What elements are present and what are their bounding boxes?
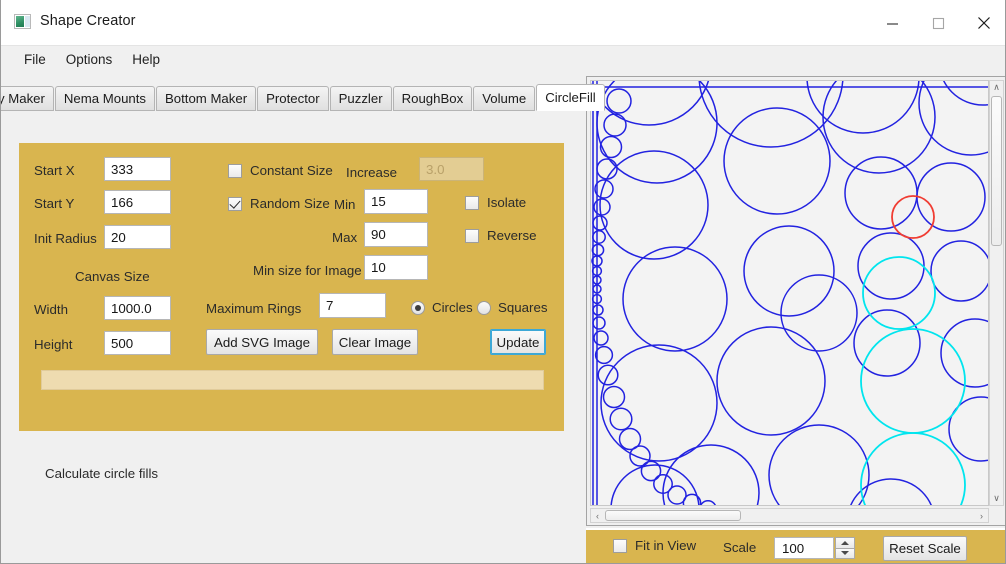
drawing-pane: ∧ ∨ ‹ › <box>586 76 1005 526</box>
vertical-scroll-thumb[interactable] <box>991 96 1002 246</box>
tab-nema-mounts[interactable]: Nema Mounts <box>54 86 155 111</box>
tab-y-maker[interactable]: y Maker <box>0 86 54 111</box>
shape-circles-label: Circles <box>432 300 473 315</box>
checkbox-icon <box>465 228 479 243</box>
scroll-right-icon[interactable]: › <box>975 509 988 522</box>
tab-puzzler[interactable]: Puzzler <box>329 86 392 111</box>
tab-label: Puzzler <box>338 91 383 106</box>
menu-bar: File Options Help <box>1 46 1005 72</box>
min-size-for-image-input[interactable]: 10 <box>364 255 428 280</box>
reset-scale-button[interactable]: Reset Scale <box>883 536 967 561</box>
checkbox-icon <box>613 538 627 553</box>
scale-toolbar: Fit in View Scale 100 Reset Scale <box>586 528 1005 563</box>
init-radius-input[interactable]: 20 <box>104 225 171 249</box>
scroll-left-icon[interactable]: ‹ <box>591 509 604 522</box>
start-y-input[interactable]: 166 <box>104 190 171 214</box>
app-window: Shape Creator File Options Help y Maker … <box>0 0 1006 564</box>
isolate-label: Isolate <box>487 195 527 210</box>
min-label: Min <box>334 197 356 212</box>
width-label: Width <box>34 302 68 317</box>
random-size-label: Random Size <box>250 196 330 211</box>
canvas-vertical-scrollbar[interactable]: ∧ ∨ <box>989 80 1004 506</box>
tab-volume[interactable]: Volume <box>473 86 536 111</box>
clear-image-button[interactable]: Clear Image <box>332 329 418 355</box>
constant-size-label: Constant Size <box>250 163 333 178</box>
start-y-label: Start Y <box>34 196 75 211</box>
scale-decrement-button[interactable] <box>835 548 855 559</box>
circle-packing-drawing <box>591 81 988 505</box>
checkbox-checked-icon <box>228 196 242 211</box>
shape-squares-radio[interactable]: Squares <box>477 300 548 315</box>
title-bar: Shape Creator <box>1 0 1005 46</box>
tab-label: Protector <box>266 91 320 106</box>
fit-in-view-label: Fit in View <box>635 538 697 553</box>
tab-label: Volume <box>482 91 527 106</box>
init-radius-label: Init Radius <box>34 231 97 246</box>
min-size-for-image-label: Min size for Image <box>253 263 362 278</box>
maximum-rings-label: Maximum Rings <box>206 301 302 316</box>
close-button[interactable] <box>961 0 1005 46</box>
start-x-input[interactable]: 333 <box>104 157 171 181</box>
maximize-button[interactable] <box>915 0 961 46</box>
menu-item-file[interactable]: File <box>14 49 56 70</box>
shape-circles-radio[interactable]: Circles <box>411 300 473 315</box>
tab-protector[interactable]: Protector <box>257 86 329 111</box>
tab-bottom-maker[interactable]: Bottom Maker <box>156 86 257 111</box>
reverse-label: Reverse <box>487 228 537 243</box>
min-input[interactable]: 15 <box>364 189 428 214</box>
height-label: Height <box>34 337 73 352</box>
update-button[interactable]: Update <box>490 329 546 355</box>
scale-spinner[interactable]: 100 <box>774 537 855 559</box>
circle-fill-canvas[interactable] <box>590 80 989 506</box>
checkbox-icon <box>228 163 242 178</box>
canvas-horizontal-scrollbar[interactable]: ‹ › <box>590 508 989 523</box>
tab-label: y Maker <box>0 91 45 106</box>
tab-label: RoughBox <box>401 91 464 106</box>
start-x-label: Start X <box>34 163 75 178</box>
circlefill-settings-panel: Start X 333 Start Y 166 Init Radius 20 C… <box>19 143 564 431</box>
isolate-checkbox[interactable]: Isolate <box>465 195 526 210</box>
shape-squares-label: Squares <box>498 300 548 315</box>
scale-increment-button[interactable] <box>835 537 855 549</box>
minimize-button[interactable] <box>869 0 915 46</box>
reverse-checkbox[interactable]: Reverse <box>465 228 537 243</box>
tab-roughbox[interactable]: RoughBox <box>392 86 473 111</box>
scale-spinner-buttons <box>835 537 855 559</box>
menu-item-options[interactable]: Options <box>56 49 123 70</box>
constant-size-checkbox[interactable]: Constant Size <box>228 163 333 178</box>
status-text: Calculate circle fills <box>45 466 159 481</box>
width-input[interactable]: 1000.0 <box>104 296 171 320</box>
checkbox-icon <box>465 195 479 210</box>
scroll-down-icon[interactable]: ∨ <box>990 492 1003 505</box>
tab-label: Bottom Maker <box>165 91 248 106</box>
max-input[interactable]: 90 <box>364 222 428 247</box>
scale-label: Scale <box>723 540 757 555</box>
window-title: Shape Creator <box>40 13 136 29</box>
fit-in-view-checkbox[interactable]: Fit in View <box>613 538 696 553</box>
height-input[interactable]: 500 <box>104 331 171 355</box>
increase-label: Increase <box>346 165 397 180</box>
tab-circlefill[interactable]: CircleFill <box>536 84 605 111</box>
scroll-up-icon[interactable]: ∧ <box>990 81 1003 94</box>
canvas-size-label: Canvas Size <box>75 269 150 284</box>
max-label: Max <box>332 230 358 245</box>
app-icon <box>14 13 31 29</box>
random-size-checkbox[interactable]: Random Size <box>228 196 330 211</box>
tab-strip: y Maker Nema Mounts Bottom Maker Protect… <box>1 84 629 111</box>
tab-label: CircleFill <box>545 90 596 105</box>
radio-selected-icon <box>411 300 425 315</box>
add-svg-image-button[interactable]: Add SVG Image <box>206 329 318 355</box>
radio-icon <box>477 300 491 315</box>
scale-input[interactable]: 100 <box>774 537 834 559</box>
maximum-rings-input[interactable]: 7 <box>319 293 386 318</box>
horizontal-scroll-thumb[interactable] <box>605 510 741 521</box>
increase-input: 3.0 <box>419 157 484 181</box>
title-bar-left: Shape Creator <box>14 13 136 29</box>
menu-item-help[interactable]: Help <box>122 49 170 70</box>
tab-label: Nema Mounts <box>63 91 146 106</box>
window-buttons <box>869 0 1005 46</box>
progress-bar <box>41 370 544 390</box>
